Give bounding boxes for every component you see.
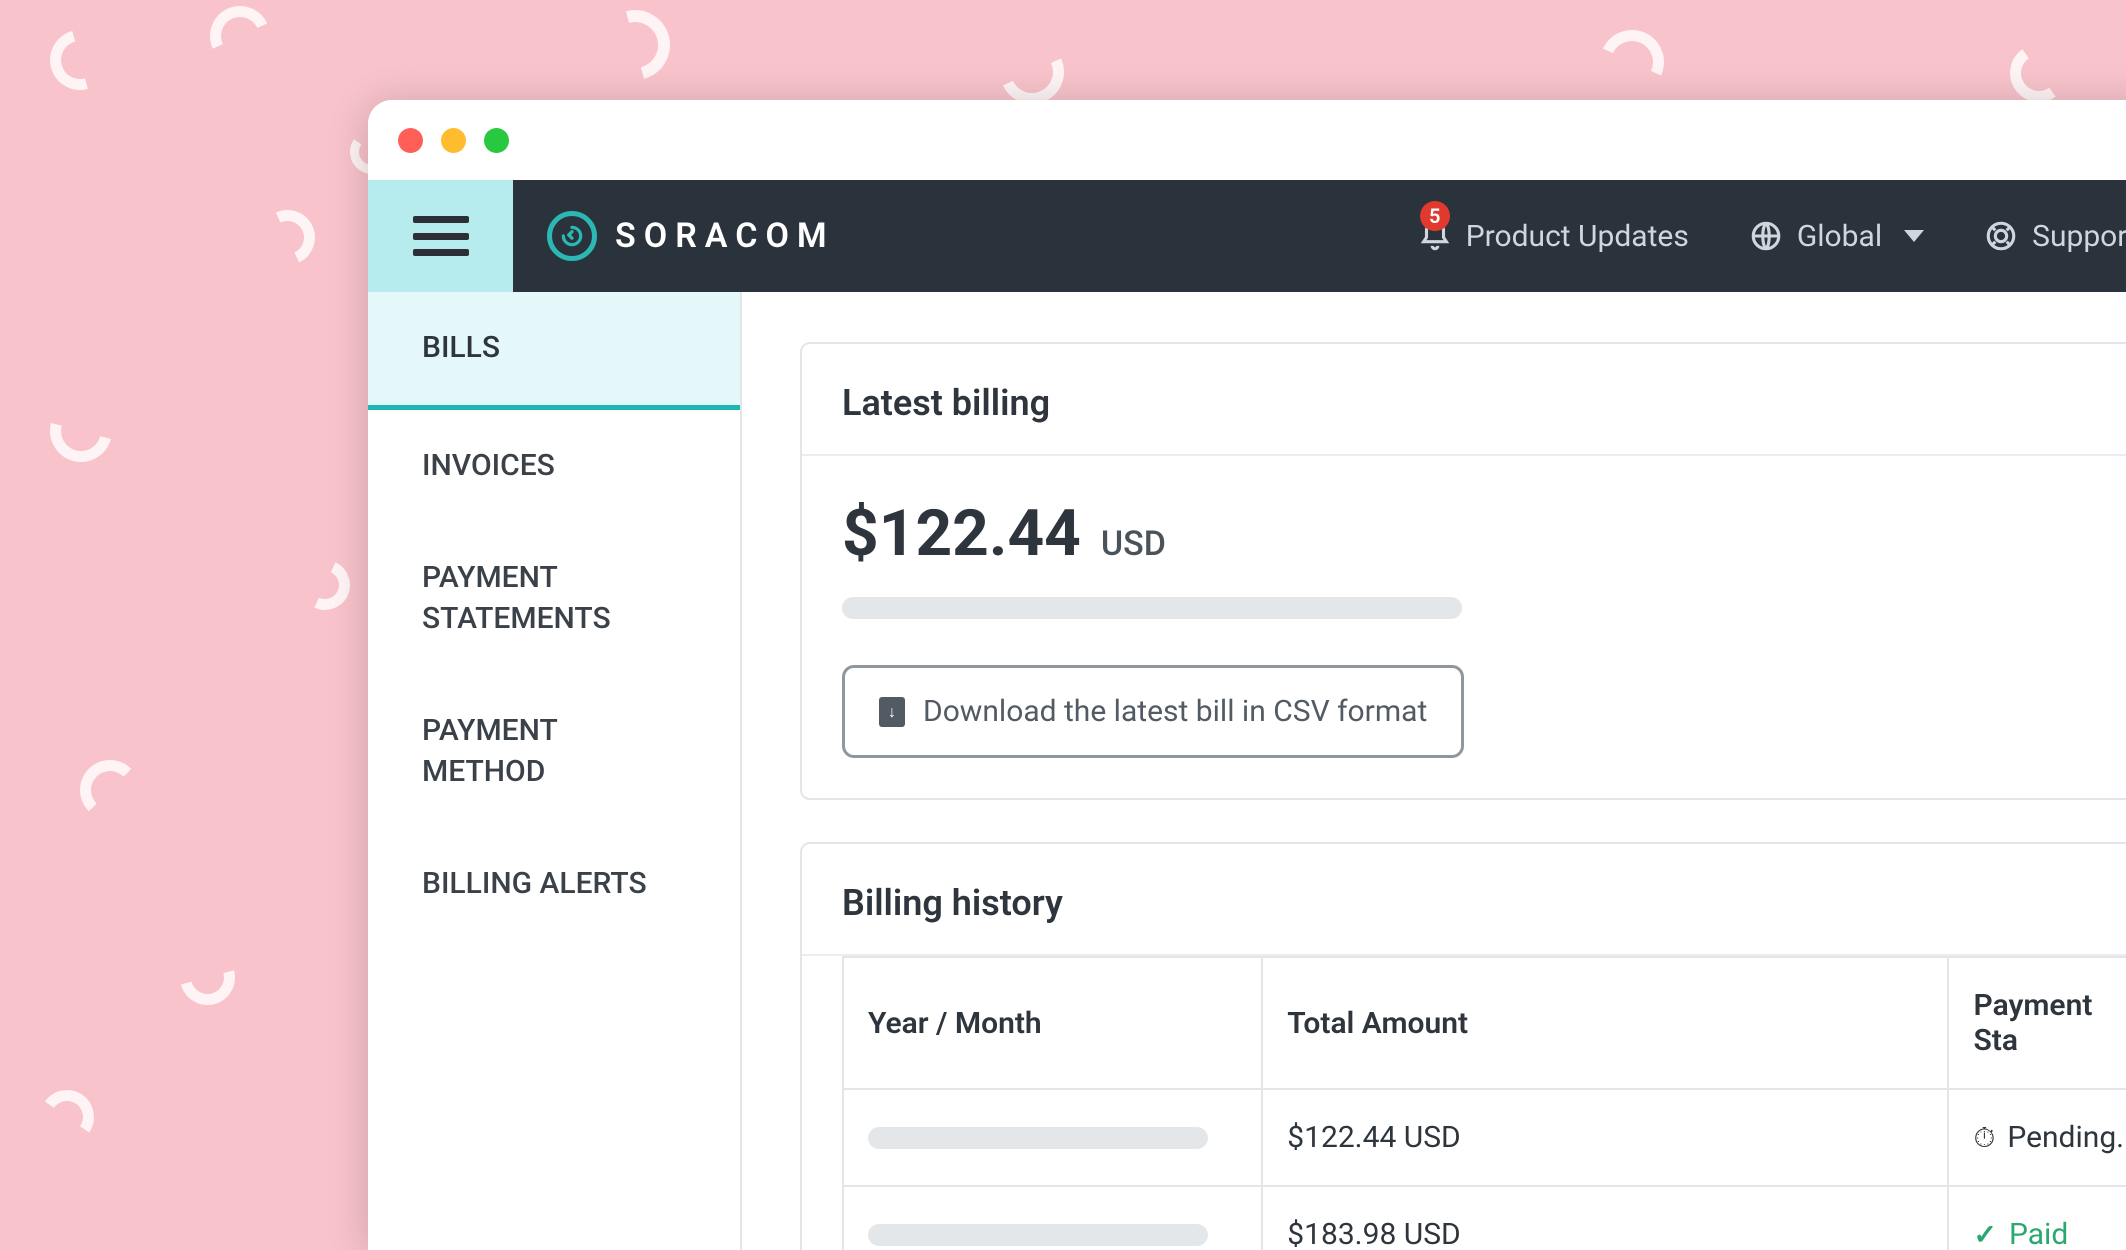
loading-placeholder	[842, 597, 1462, 619]
bell-icon: 5	[1418, 219, 1452, 253]
window-minimize-button[interactable]	[441, 128, 466, 153]
billing-history-title: Billing history	[802, 844, 2126, 956]
sidebar-item-payment-statements[interactable]: PAYMENT STATEMENTS	[368, 522, 740, 675]
latest-billing-currency: USD	[1101, 524, 1166, 564]
latest-billing-card: Latest billing $122.44 USD Download the …	[800, 342, 2126, 800]
hamburger-icon	[413, 216, 469, 256]
app-window: SORACOM 5 Product Updates Global Support	[368, 100, 2126, 1250]
check-icon: ✓	[1973, 1218, 1996, 1250]
region-selector[interactable]: Global	[1719, 219, 1954, 254]
table-header-row: Year / Month Total Amount Payment Sta	[843, 957, 2126, 1089]
sidebar: BILLS INVOICES PAYMENT STATEMENTS PAYMEN…	[368, 292, 742, 1250]
window-maximize-button[interactable]	[484, 128, 509, 153]
col-payment-status: Payment Sta	[1948, 957, 2126, 1089]
cell-total-amount: $122.44 USD	[1262, 1089, 1948, 1186]
download-csv-label: Download the latest bill in CSV format	[923, 694, 1427, 729]
loading-placeholder	[868, 1224, 1208, 1246]
col-year-month: Year / Month	[843, 957, 1262, 1089]
region-label: Global	[1797, 219, 1882, 254]
menu-toggle-button[interactable]	[368, 180, 513, 292]
billing-history-card: Billing history Year / Month Total Amoun…	[800, 842, 2126, 1250]
chevron-down-icon	[1904, 230, 1924, 242]
window-close-button[interactable]	[398, 128, 423, 153]
col-total-amount: Total Amount	[1262, 957, 1948, 1089]
status-label: Paid	[2009, 1217, 2068, 1250]
latest-billing-title: Latest billing	[802, 344, 2126, 456]
titlebar	[368, 100, 2126, 180]
sidebar-item-invoices[interactable]: INVOICES	[368, 410, 740, 523]
sidebar-item-billing-alerts[interactable]: BILLING ALERTS	[368, 828, 740, 941]
download-csv-button[interactable]: Download the latest bill in CSV format	[842, 665, 1464, 758]
latest-billing-amount: $122.44	[842, 496, 1081, 571]
support-label: Support	[2032, 219, 2126, 254]
table-row[interactable]: $122.44 USD ⏱ Pending..	[843, 1089, 2126, 1186]
topbar: SORACOM 5 Product Updates Global Support	[368, 180, 2126, 292]
sidebar-item-payment-method[interactable]: PAYMENT METHOD	[368, 675, 740, 828]
product-updates-button[interactable]: 5 Product Updates	[1388, 219, 1719, 254]
brand-name: SORACOM	[615, 216, 835, 256]
loading-placeholder	[868, 1127, 1208, 1149]
brand[interactable]: SORACOM	[513, 211, 835, 261]
globe-icon	[1749, 219, 1783, 253]
file-download-icon	[879, 697, 905, 727]
product-updates-label: Product Updates	[1466, 219, 1689, 254]
billing-history-table: Year / Month Total Amount Payment Sta $1…	[842, 956, 2126, 1250]
support-button[interactable]: Support	[1954, 219, 2126, 254]
status-label: Pending..	[2007, 1120, 2126, 1155]
brand-logo-icon	[547, 211, 597, 261]
stopwatch-icon: ⏱	[1973, 1121, 1995, 1155]
support-icon	[1984, 219, 2018, 253]
updates-badge: 5	[1420, 201, 1450, 231]
main-content: Latest billing $122.44 USD Download the …	[742, 292, 2126, 1250]
sidebar-item-bills[interactable]: BILLS	[368, 292, 740, 410]
